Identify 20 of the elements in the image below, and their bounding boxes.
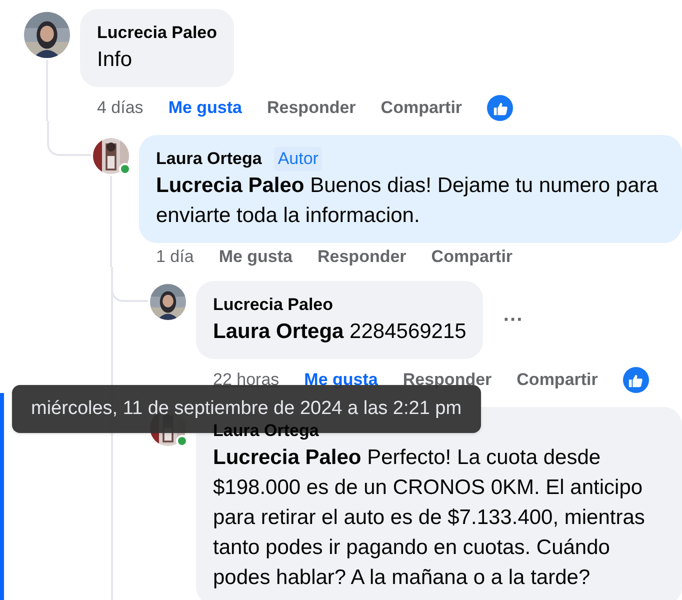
comment-text: Lucrecia Paleo Buenos dias! Dejame tu numero para enviarte toda la informacion.: [156, 173, 659, 229]
timestamp-link[interactable]: 4 días: [97, 95, 144, 121]
action-button[interactable]: Me gusta: [304, 367, 378, 393]
action-button[interactable]: Compartir: [431, 244, 513, 270]
more-options-button[interactable]: ···: [497, 310, 530, 330]
action-button[interactable]: Me gusta: [168, 95, 242, 121]
author-badge: Autor: [274, 147, 322, 171]
author-name[interactable]: Laura Ortega: [156, 147, 262, 171]
action-button[interactable]: Compartir: [516, 367, 598, 393]
action-button[interactable]: Responder: [402, 367, 492, 393]
timestamp-link[interactable]: 1 día: [156, 244, 194, 270]
author-name[interactable]: Lucrecia Paleo: [213, 293, 334, 317]
author-name[interactable]: Lucrecia Paleo: [97, 21, 218, 45]
comment-text: Lucrecia Paleo Perfecto! La cuota desde $198.000 es de un CRONOS 0KM. El anticipo para retirar el auto es de $7.133.400, mientras tanto podes ir pagando en cuotas. Cuándo podes hablar? A la mañana o a la tarde?: [213, 445, 646, 591]
action-button[interactable]: Me gusta: [218, 244, 292, 270]
comment-text: Laura Ortega 2284569215: [213, 319, 466, 345]
action-button[interactable]: Responder: [267, 95, 356, 121]
action-button[interactable]: Compartir: [380, 95, 462, 121]
comment-text: Info: [97, 47, 134, 73]
action-button[interactable]: Responder: [318, 244, 406, 270]
